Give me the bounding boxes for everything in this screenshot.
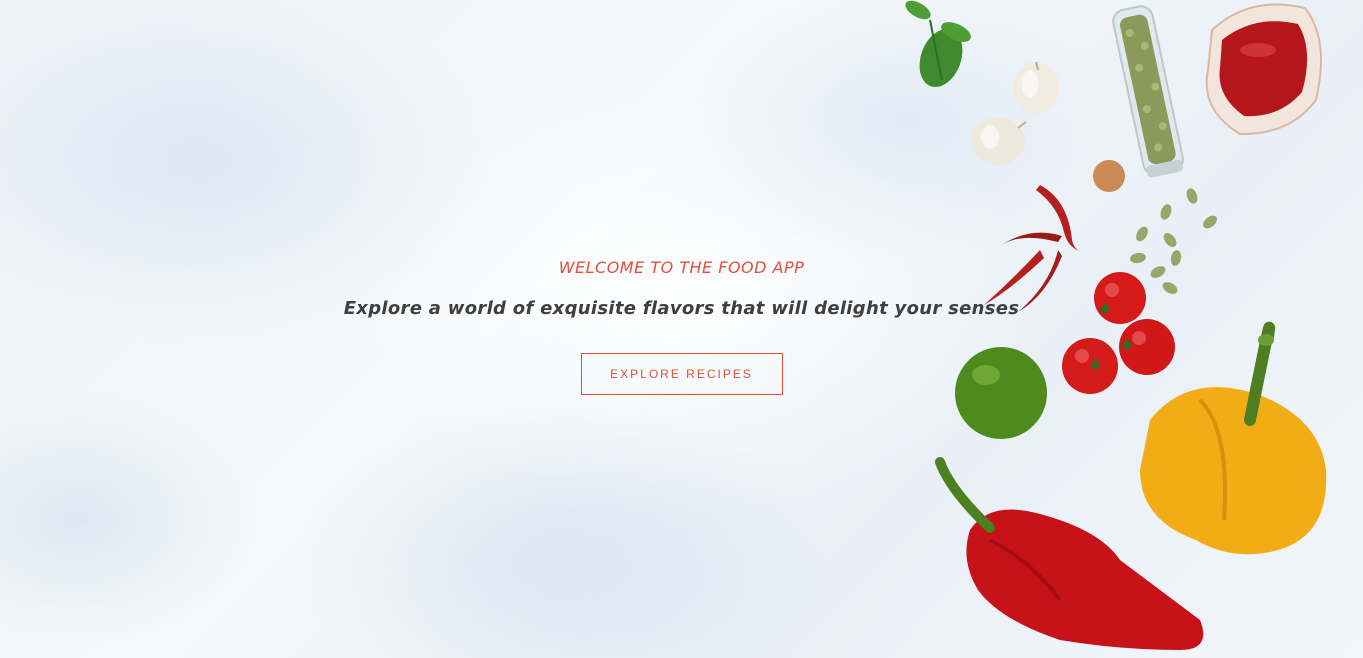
hero-section: WELCOME TO THE FOOD APP Explore a world … bbox=[0, 0, 1363, 658]
garlic-icon bbox=[971, 61, 1059, 165]
cracker-icon bbox=[1093, 160, 1125, 192]
hero-content: WELCOME TO THE FOOD APP Explore a world … bbox=[0, 255, 1363, 395]
hero-tagline: Explore a world of exquisite flavors tha… bbox=[343, 298, 1020, 319]
basil-icon bbox=[905, 0, 971, 88]
welcome-heading: WELCOME TO THE FOOD APP bbox=[558, 258, 805, 277]
seed-jar-icon bbox=[1112, 5, 1184, 178]
explore-recipes-button[interactable]: EXPLORE RECIPES bbox=[580, 353, 783, 395]
ketchup-bowl-icon bbox=[1205, 3, 1322, 136]
